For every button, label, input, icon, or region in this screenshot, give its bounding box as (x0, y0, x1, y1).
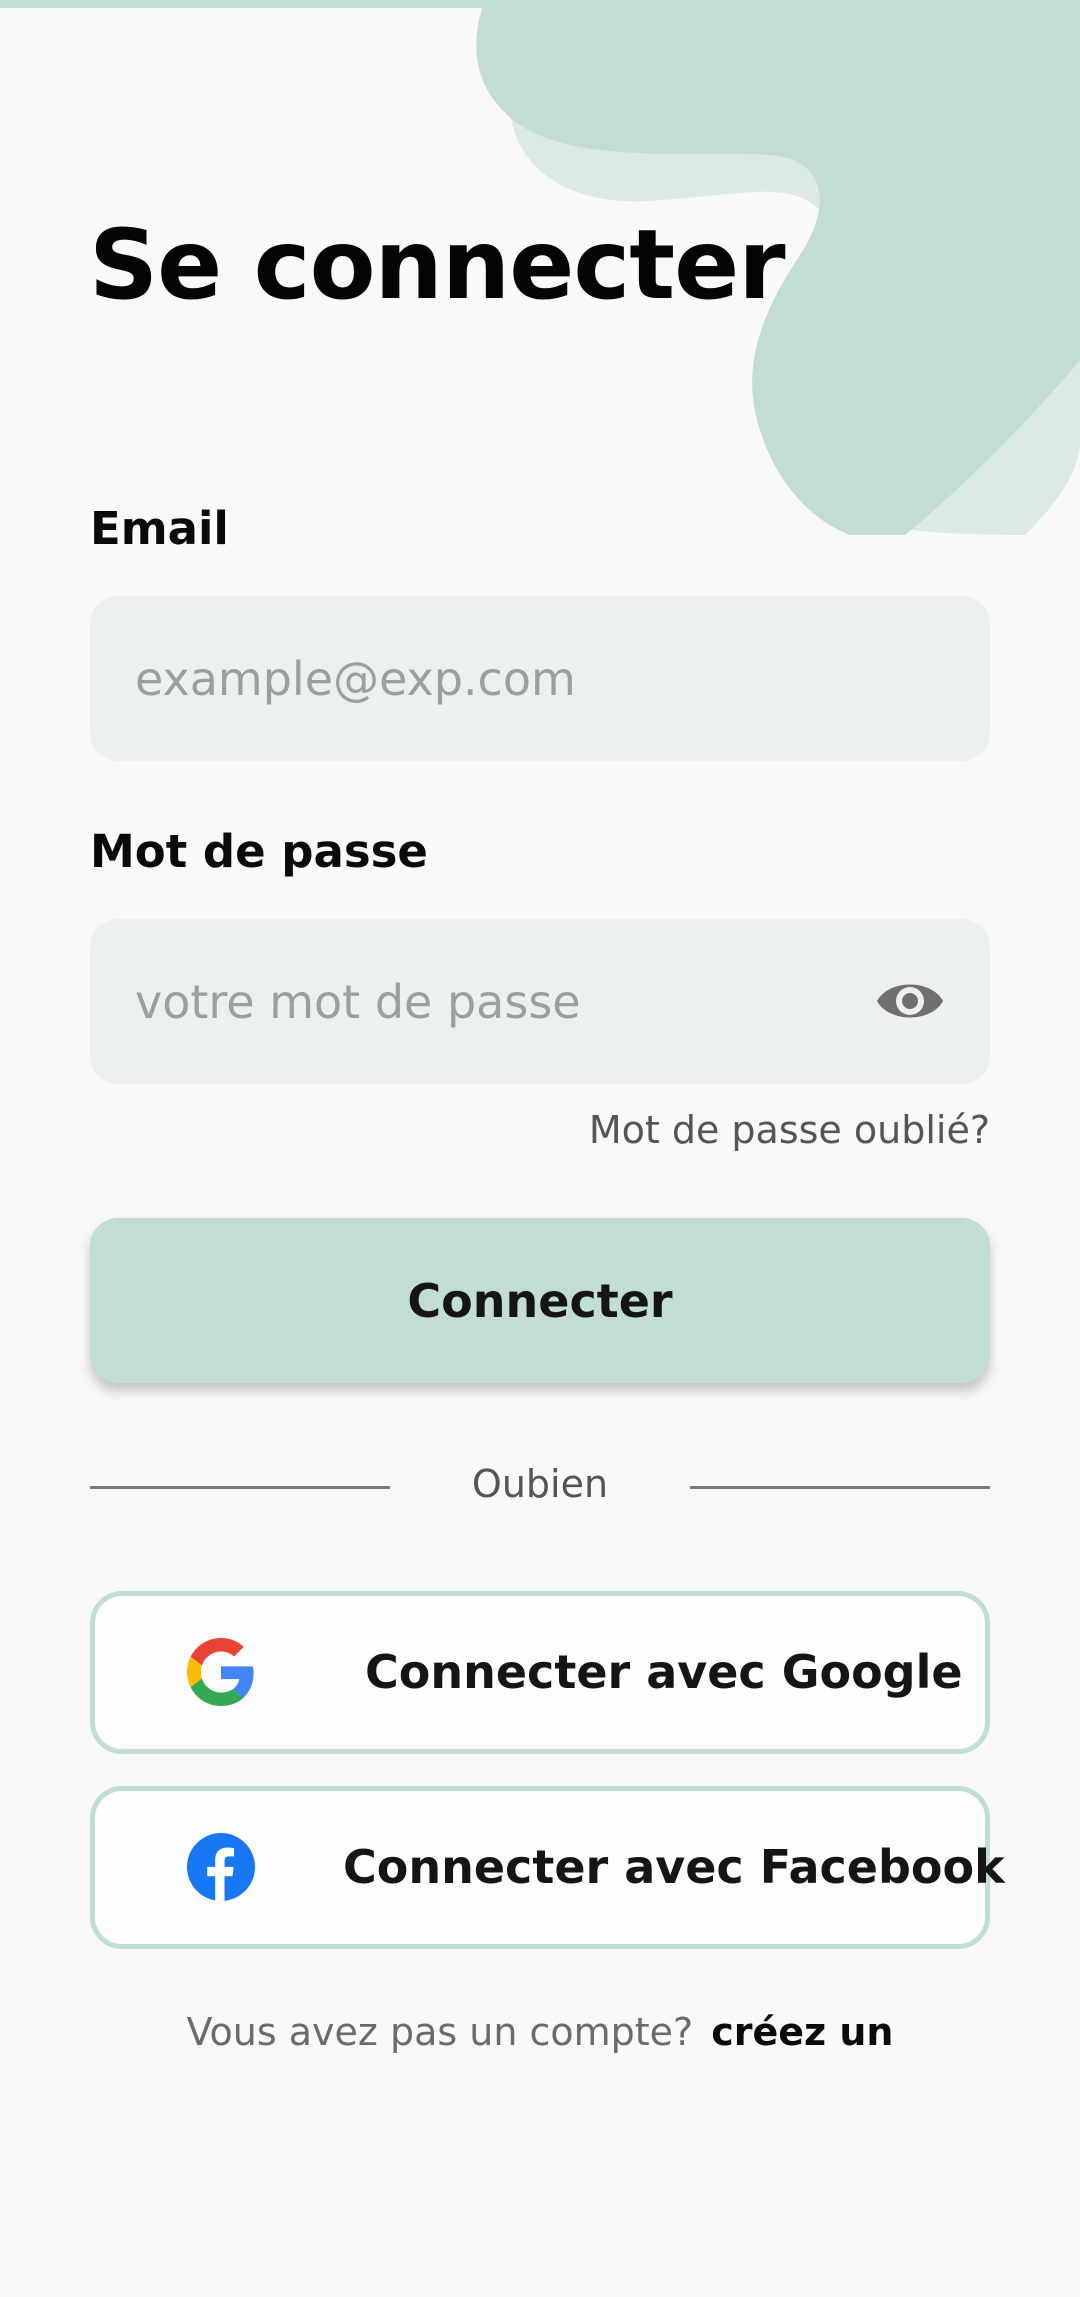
divider-line-left (90, 1486, 390, 1489)
divider-line-right (690, 1486, 990, 1489)
email-label: Email (90, 502, 229, 555)
google-login-button[interactable]: Connecter avec Google (90, 1591, 990, 1754)
top-accent-strip (0, 0, 485, 8)
google-login-label: Connecter avec Google (365, 1645, 963, 1699)
facebook-login-button[interactable]: Connecter avec Facebook (90, 1786, 1005, 1949)
signup-link[interactable]: créez un (711, 2010, 893, 2054)
signup-question: Vous avez pas un compte? (186, 2010, 694, 2054)
password-field[interactable] (135, 919, 895, 1084)
google-icon (187, 1638, 254, 1706)
signup-row: Vous avez pas un compte? créez un (0, 2010, 1080, 2054)
password-field-container (90, 919, 990, 1084)
eye-icon[interactable] (875, 971, 945, 1031)
email-field[interactable] (135, 596, 895, 761)
email-field-container (90, 596, 990, 761)
facebook-icon (187, 1833, 255, 1901)
forgot-password-link[interactable]: Mot de passe oublié? (589, 1108, 990, 1152)
facebook-login-label: Connecter avec Facebook (343, 1840, 1005, 1894)
login-button[interactable]: Connecter (90, 1218, 990, 1383)
divider-text: Oubien (471, 1462, 609, 1506)
password-label: Mot de passe (90, 825, 428, 878)
page-title: Se connecter (89, 209, 786, 321)
